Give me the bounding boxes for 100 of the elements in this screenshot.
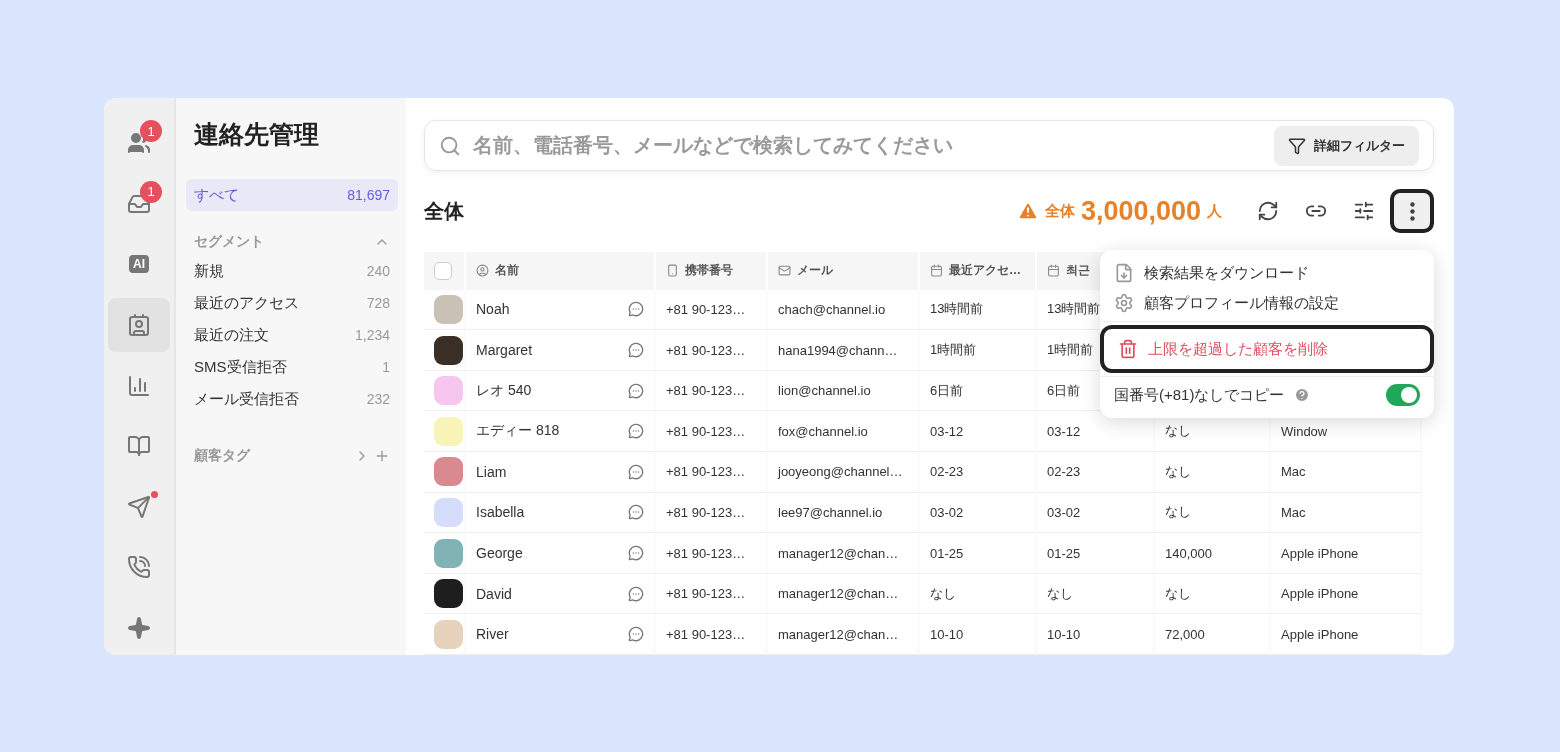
search-icon — [439, 134, 461, 157]
paper-plane-icon — [127, 494, 151, 519]
table-cell: +81 90-123… — [656, 452, 768, 493]
column-header[interactable]: 最近アクセ… — [920, 251, 1037, 290]
table-cell: George — [476, 545, 523, 561]
table-cell: 13時間前 — [920, 289, 1037, 331]
page-title: 連絡先管理 — [194, 119, 320, 150]
table-cell: +81 90-123… — [656, 614, 768, 655]
table-cell: lion@channel.io — [768, 370, 920, 412]
section-heading: 全体 — [424, 198, 465, 224]
table-cell: +81 90-123… — [656, 289, 768, 331]
nav-button[interactable]: 1 — [108, 116, 170, 171]
filter-icon — [1288, 136, 1306, 155]
table-cell: Apple iPhone — [1271, 573, 1422, 615]
column-header[interactable]: 名前 — [466, 251, 656, 290]
column-header[interactable]: メール — [768, 251, 920, 290]
total-count: 3,000,000 — [1080, 195, 1201, 227]
calendar-icon — [930, 264, 943, 278]
phone-icon — [666, 264, 679, 278]
table-cell: Liam — [476, 463, 507, 480]
table-cell: Mac — [1271, 492, 1422, 534]
phone-icon — [127, 555, 151, 580]
person-icon — [476, 264, 489, 278]
chat-icon[interactable] — [628, 463, 644, 480]
sparkle-icon — [127, 615, 151, 640]
chat-icon[interactable] — [628, 545, 644, 561]
table-cell: なし — [1037, 573, 1155, 615]
table-cell: 02-23 — [920, 452, 1037, 493]
table-cell: エディー 818 — [476, 422, 560, 441]
table-cell: 10-10 — [1037, 614, 1155, 655]
refresh-icon — [1257, 200, 1279, 223]
table-cell: fox@channel.io — [768, 411, 920, 453]
table-cell: manager12@chan… — [768, 614, 920, 655]
segment-item[interactable]: すべて 81,697 — [186, 179, 398, 211]
table-cell: +81 90-123… — [656, 492, 768, 534]
table-cell: manager12@chan… — [768, 533, 920, 574]
segment-item[interactable]: 最近のアクセス 728 — [186, 287, 398, 319]
search-field[interactable]: 名前、電話番号、メールなどで検索してみてください 詳細フィルター — [424, 120, 1434, 172]
contact-card-icon — [127, 312, 151, 337]
section-label: セグメント — [194, 233, 264, 251]
table-cell: 03-12 — [920, 411, 1037, 453]
table-cell: +81 90-123… — [656, 370, 768, 412]
menu-item[interactable]: 上限を超過した顧客を削除 — [1100, 325, 1434, 373]
table-cell: jooyeong@channel… — [768, 452, 920, 493]
table-cell: Mac — [1271, 452, 1422, 493]
chat-icon[interactable] — [628, 342, 644, 359]
notification-badge: 1 — [140, 120, 162, 142]
file-download-icon — [1114, 263, 1134, 283]
mail-icon — [778, 264, 791, 278]
nav-button[interactable]: AI — [108, 237, 170, 292]
chat-icon[interactable] — [628, 423, 644, 440]
segment-item[interactable]: メール受信拒否 232 — [186, 383, 398, 415]
chat-icon[interactable] — [628, 504, 644, 521]
table-cell: +81 90-123… — [656, 411, 768, 453]
table-cell: lee97@channel.io — [768, 492, 920, 534]
table-cell: 1時間前 — [920, 330, 1037, 371]
toolbar-button[interactable] — [1390, 189, 1434, 234]
table-cell: manager12@chan… — [768, 573, 920, 615]
table-cell: 6日前 — [920, 370, 1037, 412]
table-cell: David — [476, 585, 512, 602]
checkbox[interactable] — [434, 261, 452, 280]
table-cell: 10-10 — [920, 614, 1037, 655]
filter-button[interactable]: 詳細フィルター — [1274, 125, 1419, 166]
gear-icon — [1114, 293, 1134, 313]
unit-label: 人 — [1207, 201, 1222, 221]
toggle-switch[interactable] — [1386, 384, 1420, 406]
table-cell: なし — [1155, 492, 1271, 534]
table-cell: River — [476, 626, 509, 643]
calendar-icon — [1047, 264, 1060, 278]
table-cell: hana1994@chann… — [768, 330, 920, 371]
chat-icon[interactable] — [628, 301, 644, 318]
help-icon — [1294, 387, 1311, 403]
nav-button[interactable] — [108, 297, 170, 353]
table-cell: 01-25 — [1037, 533, 1155, 574]
table-cell: Isabella — [476, 504, 525, 521]
more-icon — [1409, 201, 1415, 221]
table-cell: 140,000 — [1155, 533, 1271, 574]
table-cell: Apple iPhone — [1271, 533, 1422, 574]
chat-icon[interactable] — [628, 585, 644, 602]
segment-item[interactable]: 新規 240 — [186, 255, 398, 287]
table-cell: 03-02 — [920, 492, 1037, 534]
sliders-icon — [1353, 200, 1375, 223]
table-cell: Margaret — [476, 342, 533, 359]
table-cell: なし — [1155, 573, 1271, 615]
bar-chart-icon — [127, 373, 151, 398]
table-cell: chach@channel.io — [768, 289, 920, 331]
table-cell: +81 90-123… — [656, 330, 768, 371]
ai-icon: AI — [129, 255, 149, 274]
segment-item[interactable]: 最近の注文 1,234 — [186, 319, 398, 351]
table-cell: +81 90-123… — [656, 573, 768, 615]
chat-icon[interactable] — [628, 626, 644, 643]
section-label: 顧客タグ — [194, 447, 250, 465]
column-header[interactable]: 携帯番号 — [656, 251, 768, 290]
table-cell: Apple iPhone — [1271, 614, 1422, 655]
trash-icon — [1118, 339, 1138, 359]
segment-item[interactable]: SMS受信拒否 1 — [186, 351, 398, 383]
table-cell: 02-23 — [1037, 452, 1155, 493]
table-cell: 01-25 — [920, 533, 1037, 574]
chat-icon[interactable] — [628, 382, 644, 399]
nav-button[interactable]: 1 — [108, 176, 170, 232]
